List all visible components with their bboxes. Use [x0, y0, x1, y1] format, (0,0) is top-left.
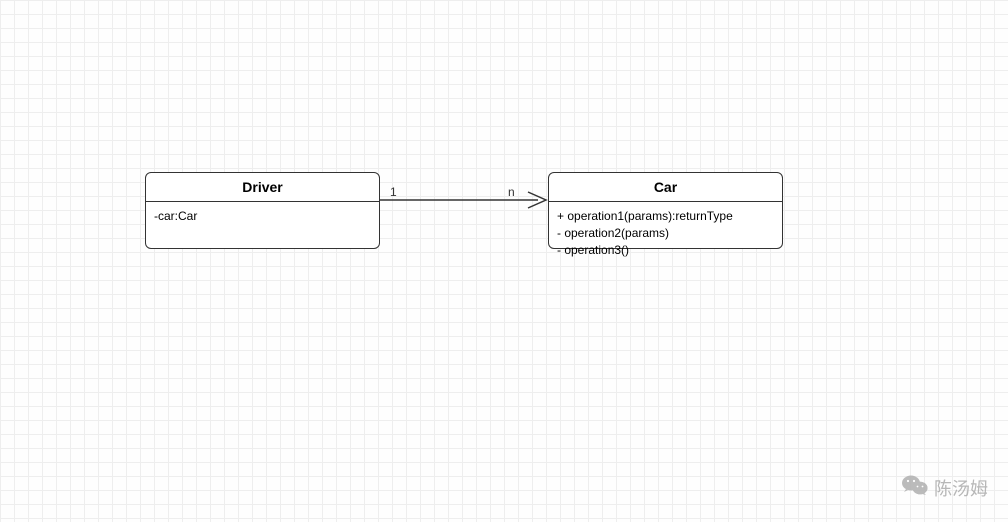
attribute-line: -car:Car: [154, 208, 371, 225]
class-attributes: -car:Car: [146, 202, 379, 248]
operation-line: - operation2(params): [557, 225, 774, 242]
watermark-text: 陈汤姆: [934, 475, 988, 501]
watermark: 陈汤姆: [902, 474, 988, 502]
wechat-icon: [902, 474, 928, 502]
class-title: Car: [549, 173, 782, 202]
class-operations: + operation1(params):returnType - operat…: [549, 202, 782, 264]
class-title: Driver: [146, 173, 379, 202]
uml-class-car: Car + operation1(params):returnType - op…: [548, 172, 783, 249]
multiplicity-left: 1: [390, 185, 397, 199]
association-arrow: [380, 185, 550, 215]
multiplicity-right: n: [508, 185, 515, 199]
operation-line: - operation3(): [557, 242, 774, 259]
uml-class-driver: Driver -car:Car: [145, 172, 380, 249]
operation-line: + operation1(params):returnType: [557, 208, 774, 225]
